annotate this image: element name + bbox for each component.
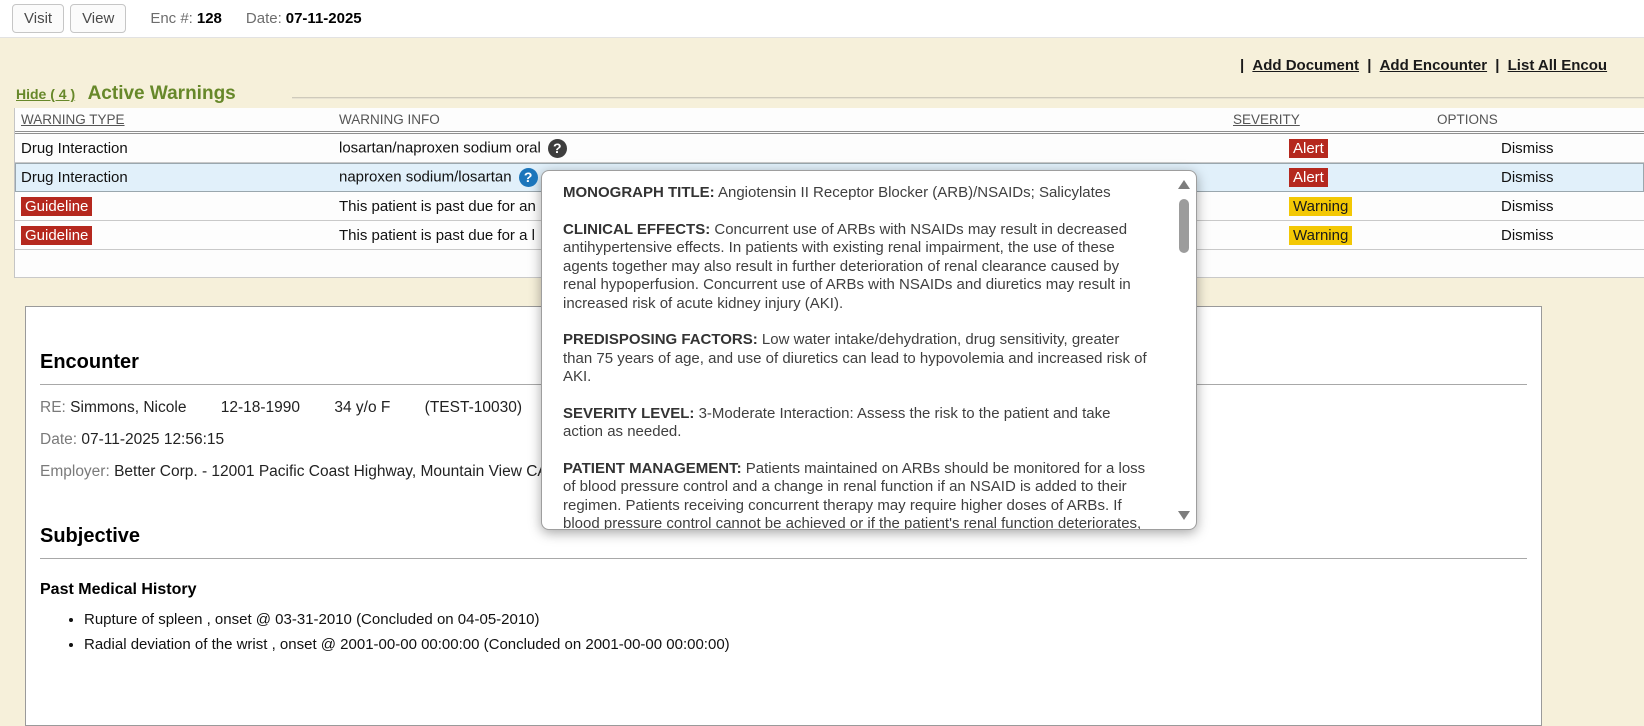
- top-toolbar: Visit View Enc #:128 Date:07-11-2025: [0, 0, 1644, 38]
- warning-type-badge: Guideline: [21, 226, 92, 245]
- severity-badge: Alert: [1289, 139, 1328, 158]
- re-label: RE:: [40, 399, 66, 416]
- warning-info-text: naproxen sodium/losartan: [339, 168, 512, 185]
- list-all-encounters-link[interactable]: List All Encou: [1508, 57, 1607, 74]
- help-icon-monograph[interactable]: ?: [519, 168, 538, 187]
- warning-info-text: This patient is past due for an: [339, 198, 536, 215]
- separator: |: [1495, 57, 1499, 74]
- warning-info-text: This patient is past due for a l: [339, 227, 535, 244]
- dismiss-link[interactable]: Dismiss: [1501, 227, 1554, 244]
- patient-age-sex: 34 y/o F: [334, 399, 390, 416]
- encounter-date: Date:07-11-2025: [246, 10, 362, 27]
- divider: [40, 558, 1527, 559]
- dismiss-link[interactable]: Dismiss: [1501, 198, 1554, 215]
- list-item: Rupture of spleen , onset @ 03-31-2010 (…: [84, 611, 1527, 628]
- list-item: Radial deviation of the wrist , onset @ …: [84, 636, 1527, 653]
- scroll-down-arrow-icon[interactable]: [1178, 511, 1190, 520]
- popup-scrollbar[interactable]: [1176, 175, 1192, 525]
- encounter-datetime: 07-11-2025 12:56:15: [81, 431, 224, 448]
- hide-warnings-link[interactable]: Hide ( 4 ): [16, 86, 75, 102]
- date-label: Date:: [246, 10, 282, 27]
- add-encounter-link[interactable]: Add Encounter: [1380, 57, 1488, 74]
- section-label: SEVERITY LEVEL:: [563, 405, 694, 422]
- view-button[interactable]: View: [70, 4, 126, 33]
- patient-dob: 12-18-1990: [221, 399, 300, 416]
- severity-badge: Warning: [1289, 226, 1352, 245]
- date-label: Date:: [40, 431, 77, 448]
- patient-name: Simmons, Nicole: [70, 399, 186, 416]
- section-text: Angiotensin II Receptor Blocker (ARB)/NS…: [715, 184, 1111, 201]
- patient-id: (TEST-10030): [425, 399, 522, 416]
- warning-info: losartan/naproxen sodium oral?: [339, 139, 1233, 158]
- section-label: PREDISPOSING FACTORS:: [563, 331, 758, 348]
- section-label: CLINICAL EFFECTS:: [563, 221, 710, 238]
- employer-value: Better Corp. - 12001 Pacific Coast Highw…: [114, 463, 548, 480]
- separator: |: [1240, 57, 1244, 74]
- help-icon[interactable]: ?: [548, 139, 567, 158]
- warnings-table-header: WARNING TYPE WARNING INFO SEVERITY OPTIO…: [15, 108, 1644, 134]
- monograph-section: PATIENT MANAGEMENT: Patients maintained …: [563, 460, 1148, 531]
- scrollbar-thumb[interactable]: [1179, 199, 1189, 253]
- scroll-up-arrow-icon[interactable]: [1178, 180, 1190, 189]
- visit-button[interactable]: Visit: [12, 4, 64, 33]
- encounter-number: Enc #:128: [150, 10, 222, 27]
- add-document-link[interactable]: Add Document: [1252, 57, 1359, 74]
- warning-type: Drug Interaction: [21, 140, 339, 157]
- separator: |: [1367, 57, 1371, 74]
- table-row: Drug Interaction losartan/naproxen sodiu…: [15, 134, 1644, 163]
- monograph-section: PREDISPOSING FACTORS: Low water intake/d…: [563, 331, 1148, 387]
- past-medical-history-title: Past Medical History: [40, 581, 1527, 599]
- dismiss-link[interactable]: Dismiss: [1501, 169, 1554, 186]
- pmh-list: Rupture of spleen , onset @ 03-31-2010 (…: [40, 611, 1527, 653]
- employer-label: Employer:: [40, 463, 110, 480]
- section-label: PATIENT MANAGEMENT:: [563, 460, 742, 477]
- severity-badge: Warning: [1289, 197, 1352, 216]
- enc-label: Enc #:: [150, 10, 193, 27]
- warning-type-badge: Guideline: [21, 197, 92, 216]
- active-warnings-header: Hide ( 4 ) Active Warnings: [16, 83, 236, 105]
- column-warning-info: WARNING INFO: [339, 112, 1233, 127]
- severity-badge: Alert: [1289, 168, 1328, 187]
- section-label: MONOGRAPH TITLE:: [563, 184, 715, 201]
- warning-info-text: losartan/naproxen sodium oral: [339, 139, 541, 156]
- monograph-popup: MONOGRAPH TITLE: Angiotensin II Receptor…: [541, 170, 1197, 530]
- enc-value: 128: [197, 10, 222, 27]
- monograph-section: SEVERITY LEVEL: 3-Moderate Interaction: …: [563, 405, 1148, 442]
- header-nav-links: | Add Document | Add Encounter | List Al…: [1240, 57, 1611, 74]
- monograph-section: MONOGRAPH TITLE: Angiotensin II Receptor…: [563, 184, 1148, 203]
- sort-severity[interactable]: SEVERITY: [1233, 112, 1437, 127]
- sort-warning-type[interactable]: WARNING TYPE: [21, 112, 339, 127]
- dismiss-link[interactable]: Dismiss: [1501, 140, 1554, 157]
- warning-type: Drug Interaction: [21, 169, 339, 186]
- active-warnings-title: Active Warnings: [88, 83, 236, 104]
- column-options: OPTIONS: [1437, 112, 1644, 127]
- monograph-section: CLINICAL EFFECTS: Concurrent use of ARBs…: [563, 221, 1148, 314]
- date-value: 07-11-2025: [286, 10, 362, 27]
- fieldset-line: [292, 97, 1644, 99]
